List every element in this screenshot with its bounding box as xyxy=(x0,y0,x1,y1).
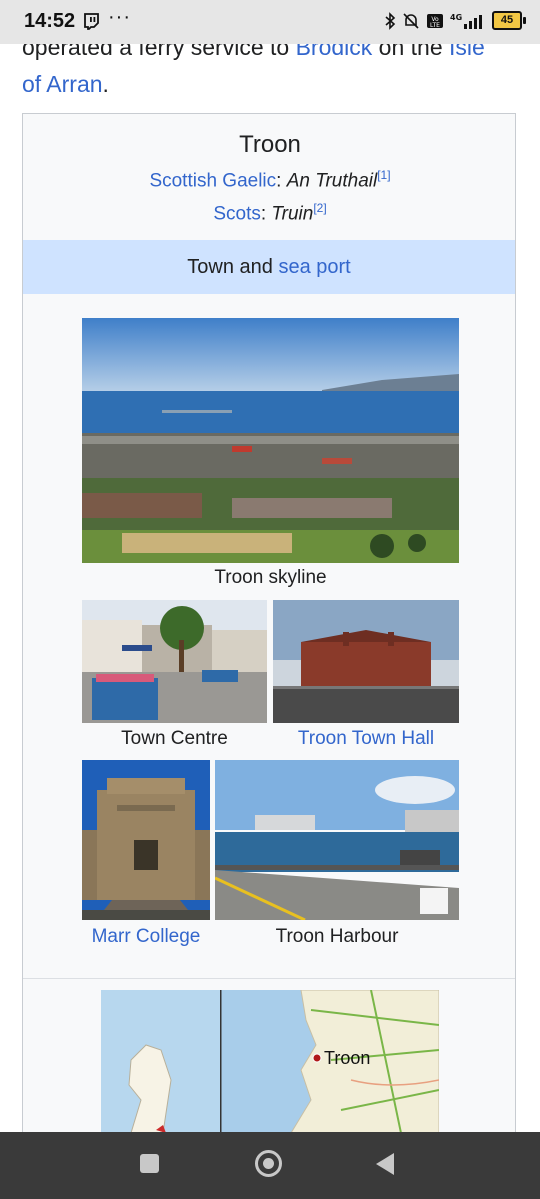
svg-text:LTE: LTE xyxy=(430,22,440,29)
status-bar: 14:52 ··· Vo LTE 4G 45 xyxy=(0,0,540,44)
settlement-type-row: Town and sea port xyxy=(23,240,515,294)
location-map[interactable]: Troon xyxy=(101,990,439,1132)
gaelic-name-row: Scottish Gaelic: An Truthail[1] xyxy=(149,168,391,192)
status-time: 14:52 xyxy=(24,10,76,32)
signal-4g-icon: 4G xyxy=(450,13,482,29)
harbour-image[interactable] xyxy=(215,760,459,920)
harbour-caption: Troon Harbour xyxy=(275,926,399,947)
home-button[interactable] xyxy=(255,1150,282,1177)
bluetooth-icon xyxy=(385,11,396,30)
town-hall-caption-link[interactable]: Troon Town Hall xyxy=(273,728,459,750)
ref-1[interactable]: [1] xyxy=(377,168,390,182)
link-of-arran[interactable]: of Arran xyxy=(22,71,103,97)
volte-icon: Vo LTE xyxy=(427,13,443,29)
recents-button[interactable] xyxy=(140,1154,159,1173)
marr-college-image[interactable] xyxy=(82,760,210,920)
status-icons: Vo LTE 4G 45 xyxy=(384,11,526,30)
back-button[interactable] xyxy=(376,1153,394,1175)
skyline-caption: Troon skyline xyxy=(214,567,327,588)
link-isle[interactable]: Isle xyxy=(449,44,485,60)
link-scottish-gaelic[interactable]: Scottish Gaelic xyxy=(149,170,276,191)
infobox-title: Troon xyxy=(239,131,301,158)
town-centre-caption: Town Centre xyxy=(121,728,228,749)
scots-name: Truin xyxy=(271,203,314,225)
ref-2[interactable]: [2] xyxy=(313,201,326,215)
link-scots[interactable]: Scots xyxy=(213,203,261,224)
infobox: Troon Scottish Gaelic: An Truthail[1] Sc… xyxy=(22,113,516,1132)
map-label-troon: Troon xyxy=(324,1048,370,1068)
battery-icon: 45 xyxy=(492,11,526,30)
system-nav-bar xyxy=(0,1132,540,1199)
skyline-image[interactable] xyxy=(82,318,459,563)
gaelic-name: An Truthail xyxy=(286,170,378,192)
infobox-divider xyxy=(23,978,515,979)
svg-text:4G: 4G xyxy=(450,13,462,22)
twitch-icon xyxy=(84,13,99,30)
scots-name-row: Scots: Truin[2] xyxy=(213,201,327,225)
marr-college-caption-link[interactable]: Marr College xyxy=(82,926,210,948)
link-brodick[interactable]: Brodick xyxy=(296,44,373,60)
page-content: operated a ferry service to Brodick on t… xyxy=(0,44,540,1132)
article-intro: operated a ferry service to Brodick on t… xyxy=(22,44,522,103)
link-sea-port[interactable]: sea port xyxy=(278,256,350,278)
mute-bell-icon xyxy=(403,12,419,29)
town-hall-image[interactable] xyxy=(273,600,459,723)
town-centre-image[interactable] xyxy=(82,600,267,723)
more-notifications-icon: ··· xyxy=(108,6,131,28)
